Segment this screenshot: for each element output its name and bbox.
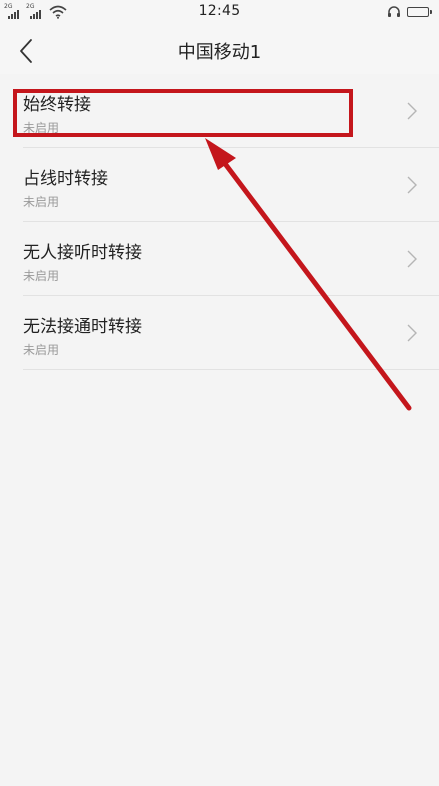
headset-icon: [388, 6, 400, 17]
app-header: 中国移动1: [0, 26, 439, 74]
option-label: 占线时转接: [23, 169, 108, 189]
option-status: 未启用: [23, 195, 60, 209]
option-label: 无法接通时转接: [23, 317, 142, 337]
status-time: 12:45: [198, 3, 241, 19]
status-icons-right: [387, 5, 432, 19]
status-bar: 2G 2G 12:45: [0, 0, 439, 26]
chevron-right-icon: [407, 250, 417, 268]
chevron-right-icon: [407, 176, 417, 194]
battery-icon: [407, 7, 432, 17]
list-item-forward-when-busy[interactable]: 占线时转接 未启用: [0, 148, 439, 222]
annotation-highlight-box: [13, 89, 353, 137]
page-title: 中国移动1: [177, 42, 262, 63]
divider: [23, 369, 439, 370]
option-status: 未启用: [23, 269, 60, 283]
option-status: 未启用: [23, 343, 60, 357]
chevron-right-icon: [407, 324, 417, 342]
list-item-forward-when-unanswered[interactable]: 无人接听时转接 未启用: [0, 222, 439, 296]
list-item-forward-when-unreachable[interactable]: 无法接通时转接 未启用: [0, 296, 439, 370]
option-label: 无人接听时转接: [23, 243, 142, 263]
chevron-right-icon: [407, 102, 417, 120]
